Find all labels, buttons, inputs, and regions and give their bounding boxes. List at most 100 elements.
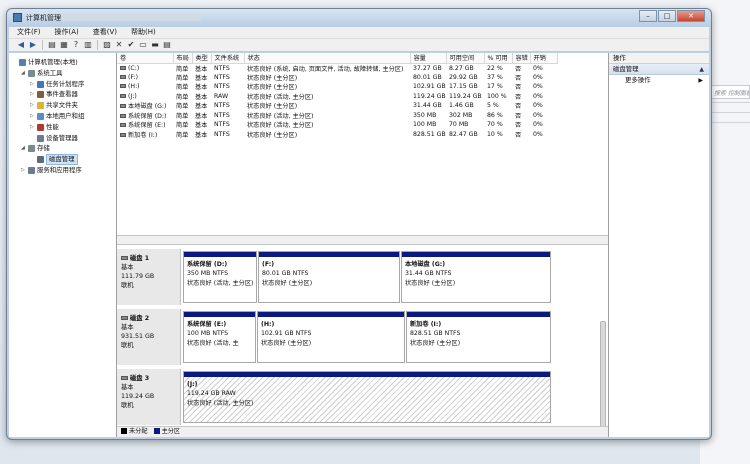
disk-type: 基本 [121,384,134,391]
minimize-button[interactable]: – [639,10,657,22]
list-icon[interactable]: ▤ [162,40,172,50]
cell-text: (J:) [128,92,137,100]
expand-arrow-icon[interactable]: ▷ [30,79,34,90]
disk-icon [121,376,128,380]
export-list-icon[interactable]: ▨ [102,40,112,50]
properties-icon[interactable]: ▥ [83,40,93,50]
maximize-button[interactable]: □ [658,10,676,22]
partition-block[interactable]: (J:) 119.24 GB RAW 状态良好 (活动, 主分区) [183,371,551,423]
table-row[interactable]: (C:) 简单 基本 NTFS 状态良好 (系统, 启动, 页面文件, 活动, 故障转储… [117,63,557,73]
delete-icon[interactable]: ✕ [114,40,124,50]
background-divider [710,102,750,103]
column-header[interactable]: 类型 [192,53,212,64]
legend-label: 未分配 [129,428,148,435]
column-header[interactable]: 卷 [117,53,174,64]
tree-item[interactable]: 设备管理器 [9,133,116,144]
show-hide-tree-icon[interactable]: ▦ [59,40,69,50]
tree-item[interactable]: ▷ 任务计划程序 [9,79,116,90]
tree-item[interactable]: ▷ 服务和应用程序 [9,165,116,176]
disk-status: 联机 [121,402,134,409]
menu-action[interactable]: 操作(A) [55,27,79,38]
vertical-scrollbar[interactable] [600,321,606,431]
disk-header[interactable]: 磁盘 1 基本 111.79 GB 联机 [117,249,181,305]
cell-text: 302 MB [449,111,473,119]
tree-item[interactable]: ◢ 存储 [9,143,116,154]
tree-item[interactable]: 磁盘管理 [9,154,116,165]
partition-block[interactable]: 本地磁盘 (G:) 31.44 GB NTFS 状态良好 (主分区) [401,251,551,303]
computer-management-icon [19,59,26,66]
cell-text: 37.27 GB [413,64,442,72]
table-cell: 系统保留 (E:) [117,120,173,130]
actions-section-label: 磁盘管理 [613,65,639,73]
column-header[interactable]: 容量 [410,53,447,64]
drive-icon [120,113,126,118]
disk-management-icon [37,156,44,164]
menu-file[interactable]: 文件(F) [17,27,41,38]
partition-block[interactable]: 系统保留 (E:) 100 MB NTFS 状态良好 (活动, 主 [183,311,256,363]
more-actions-label: 更多操作 [625,76,651,84]
actions-header: 操作 [609,53,709,64]
expand-arrow-icon[interactable]: ▷ [30,89,34,100]
cell-text: 简单 [176,112,189,120]
menu-help[interactable]: 帮助(H) [131,27,156,38]
disk-header[interactable]: 磁盘 3 基本 119.24 GB 联机 [117,369,181,425]
table-cell: NTFS [211,63,244,73]
table-row[interactable]: 本地磁盘 (G:) 简单 基本 NTFS 状态良好 (主分区) 31.44 GB 1.46 … [117,101,557,111]
forward-arrow-icon[interactable]: ▶ [28,40,38,50]
table-row[interactable]: (H:) 简单 基本 NTFS 状态良好 (主分区) 102.91 GB 17.15 GB 1… [117,82,557,92]
actions-section-disk-management[interactable]: 磁盘管理 ▲ [609,64,709,75]
open-folder-icon[interactable]: ▭ [138,40,148,50]
tree-item[interactable]: ▷ 事件查看器 [9,89,116,100]
menu-view[interactable]: 查看(V) [93,27,117,38]
collapse-arrow-icon[interactable]: ▲ [699,64,704,75]
expand-arrow-icon[interactable]: ▷ [30,122,34,133]
title-bar[interactable]: 计算机管理 – □ ✕ [7,9,711,27]
partition-label: (J:) [187,381,198,388]
table-row[interactable]: (J:) 简单 基本 RAW 状态良好 (活动, 主分区) 119.24 GB 119.24… [117,92,557,102]
column-header[interactable]: 状态 [244,53,411,64]
table-cell: 简单 [173,120,192,130]
more-actions-item[interactable]: 更多操作 ▶ [609,75,709,86]
table-cell: 100 MB [410,120,446,130]
help-icon[interactable]: ? [71,40,81,50]
cell-text: 状态良好 (主分区) [247,131,298,139]
expand-arrow-icon[interactable]: ▷ [21,165,25,176]
column-header[interactable]: 容错 [512,53,531,64]
expand-arrow-icon[interactable]: ▷ [30,111,34,122]
tree-item[interactable]: ▷ 共享文件夹 [9,100,116,111]
tree-item[interactable]: ◢ 系统工具 [9,68,116,79]
drive-icon [120,123,126,128]
partition-block[interactable]: (F:) 80.01 GB NTFS 状态良好 (主分区) [258,251,400,303]
partition-label: 系统保留 (E:) [187,321,227,328]
drive-icon [120,104,126,109]
table-row[interactable]: 新加卷 (I:) 简单 基本 NTFS 状态良好 (主分区) 828.51 GB 82.47… [117,130,557,140]
column-header[interactable]: % 可用 [484,53,513,64]
tools-icon [28,69,35,77]
close-button[interactable]: ✕ [677,10,705,22]
pane-splitter[interactable] [117,235,608,245]
tree-item[interactable]: ▷ 性能 [9,122,116,133]
partition-block[interactable]: 新加卷 (I:) 828.51 GB NTFS 状态良好 (主分区) [406,311,551,363]
drive-icon [120,84,126,89]
expand-arrow-icon[interactable]: ▷ [30,100,34,111]
tree-item[interactable]: 计算机管理(本地) [9,57,116,68]
table-row[interactable]: 系统保留 (E:) 简单 基本 NTFS 状态良好 (活动, 主分区) 100 MB 70 … [117,120,557,130]
column-header[interactable]: 可用空间 [446,53,485,64]
collapse-arrow-icon[interactable]: ◢ [21,68,25,79]
tree-item[interactable]: ▷ 本地用户和组 [9,111,116,122]
folder-up-icon[interactable]: ▤ [47,40,57,50]
column-header[interactable]: 文件系统 [211,53,245,64]
collapse-arrow-icon[interactable]: ◢ [21,143,25,154]
column-header[interactable]: 开销 [530,53,558,64]
table-row[interactable]: (F:) 简单 基本 NTFS 状态良好 (主分区) 80.01 GB 29.92 GB 37… [117,73,557,83]
disk-header[interactable]: 磁盘 2 基本 931.51 GB 联机 [117,309,181,365]
column-header[interactable]: 布局 [173,53,193,64]
partition-block[interactable]: (H:) 102.91 GB NTFS 状态良好 (主分区) [257,311,405,363]
table-row[interactable]: 系统保留 (D:) 简单 基本 NTFS 状态良好 (活动, 主分区) 350 MB 302… [117,111,557,121]
folder-icon[interactable]: ▬ [150,40,160,50]
check-icon[interactable]: ✔ [126,40,136,50]
back-arrow-icon[interactable]: ◀ [16,40,26,50]
event-viewer-icon [37,91,44,99]
partition-block[interactable]: 系统保留 (D:) 350 MB NTFS 状态良好 (活动, 主分区) [183,251,257,303]
cell-text: NTFS [214,83,230,91]
